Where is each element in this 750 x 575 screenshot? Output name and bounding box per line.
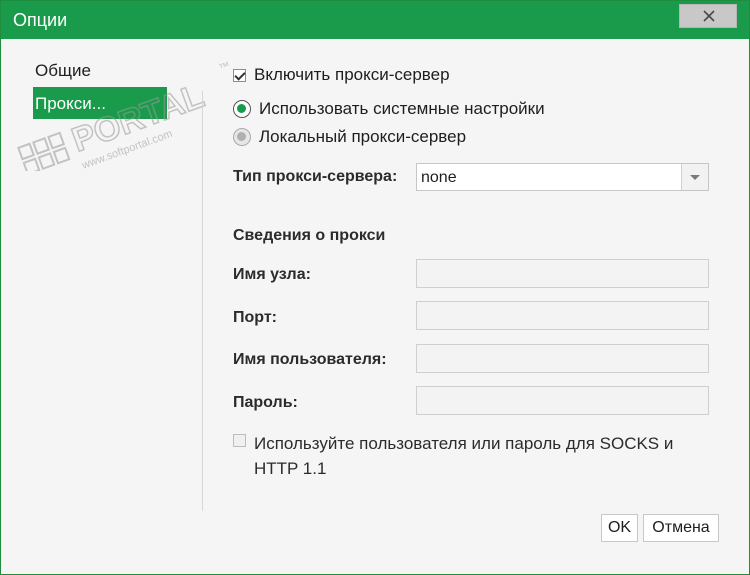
enable-proxy-label: Включить прокси-сервер bbox=[254, 65, 450, 84]
proxy-type-value: none bbox=[421, 169, 457, 186]
use-system-settings-radio[interactable] bbox=[233, 100, 251, 118]
sidebar-item-proxy[interactable]: Прокси... bbox=[33, 87, 167, 119]
svg-text:™: ™ bbox=[218, 61, 232, 75]
enable-proxy-checkbox[interactable] bbox=[233, 68, 246, 82]
proxy-type-select[interactable]: none bbox=[416, 163, 709, 191]
socks-auth-checkbox[interactable] bbox=[233, 434, 246, 447]
host-label: Имя узла: bbox=[233, 266, 311, 283]
host-input[interactable] bbox=[416, 259, 709, 288]
window-title: Опции bbox=[13, 10, 68, 30]
username-label: Имя пользователя: bbox=[233, 351, 387, 368]
username-input[interactable] bbox=[416, 344, 709, 373]
options-dialog: Опции Общие Прокси... PORTAL www.softpor… bbox=[0, 0, 750, 575]
sidebar-divider bbox=[202, 91, 203, 511]
local-proxy-row[interactable]: Локальный прокси-сервер bbox=[233, 127, 466, 147]
title-bar: Опции bbox=[1, 1, 749, 39]
ok-button[interactable]: OK bbox=[601, 514, 638, 542]
password-input[interactable] bbox=[416, 386, 709, 415]
sidebar-item-general[interactable]: Общие bbox=[33, 54, 167, 86]
proxy-type-label: Тип прокси-сервера: bbox=[233, 168, 398, 185]
close-icon bbox=[703, 10, 715, 22]
port-input[interactable] bbox=[416, 301, 709, 330]
password-label: Пароль: bbox=[233, 394, 298, 411]
port-label: Порт: bbox=[233, 309, 277, 326]
socks-auth-label: Используйте пользователя или пароль для … bbox=[254, 434, 674, 478]
cancel-button[interactable]: Отмена bbox=[643, 514, 719, 542]
proxy-details-heading: Сведения о прокси bbox=[233, 227, 386, 244]
chevron-down-icon[interactable] bbox=[681, 164, 708, 190]
enable-proxy-row[interactable]: Включить прокси-сервер bbox=[233, 65, 450, 85]
sidebar: Общие Прокси... bbox=[1, 39, 201, 574]
use-system-settings-label: Использовать системные настройки bbox=[259, 99, 545, 118]
close-button[interactable] bbox=[679, 4, 737, 28]
use-system-settings-row[interactable]: Использовать системные настройки bbox=[233, 99, 545, 119]
local-proxy-label: Локальный прокси-сервер bbox=[259, 127, 467, 146]
local-proxy-radio[interactable] bbox=[233, 128, 251, 146]
